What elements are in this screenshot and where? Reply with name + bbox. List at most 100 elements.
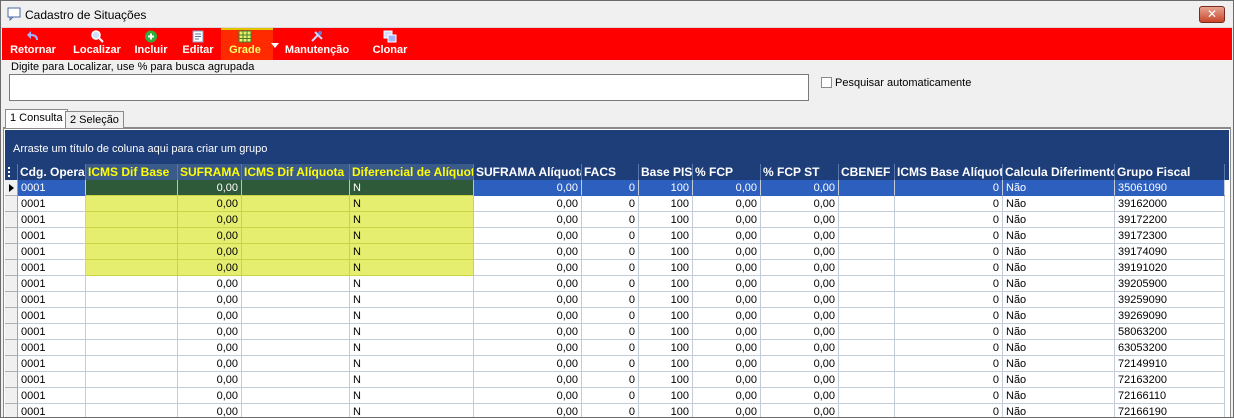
row-indicator[interactable] — [5, 340, 18, 356]
table-cell[interactable]: 100 — [639, 404, 693, 417]
table-cell[interactable]: 0 — [895, 340, 1003, 356]
table-cell[interactable] — [242, 276, 350, 292]
table-cell[interactable]: 39174090 — [1115, 244, 1225, 260]
table-cell[interactable]: 0 — [582, 404, 639, 417]
table-cell[interactable]: N — [350, 308, 474, 324]
table-cell[interactable]: 100 — [639, 260, 693, 276]
table-cell[interactable] — [839, 324, 895, 340]
table-cell[interactable]: 0 — [895, 324, 1003, 340]
table-cell[interactable] — [242, 356, 350, 372]
table-cell[interactable]: 0,00 — [178, 244, 242, 260]
table-cell[interactable] — [86, 244, 178, 260]
table-cell[interactable]: 0,00 — [693, 388, 761, 404]
column-header[interactable]: Base PIS — [639, 164, 693, 180]
table-cell[interactable]: 0 — [895, 308, 1003, 324]
table-cell[interactable]: 0001 — [18, 404, 86, 417]
table-cell[interactable] — [242, 372, 350, 388]
column-header[interactable]: SUFRAMA Alíquota — [474, 164, 582, 180]
column-header[interactable]: Calcula Diferimento — [1003, 164, 1115, 180]
table-cell[interactable]: 100 — [639, 180, 693, 196]
table-cell[interactable] — [242, 308, 350, 324]
table-cell[interactable]: 0,00 — [693, 244, 761, 260]
table-cell[interactable]: 0,00 — [474, 244, 582, 260]
table-cell[interactable] — [86, 228, 178, 244]
table-cell[interactable]: 0001 — [18, 244, 86, 260]
table-cell[interactable]: 0,00 — [693, 196, 761, 212]
table-cell[interactable] — [839, 196, 895, 212]
table-cell[interactable]: 0 — [895, 372, 1003, 388]
table-cell[interactable]: N — [350, 260, 474, 276]
table-cell[interactable] — [839, 308, 895, 324]
table-cell[interactable]: Não — [1003, 388, 1115, 404]
table-cell[interactable]: 0,00 — [178, 292, 242, 308]
table-cell[interactable] — [242, 340, 350, 356]
table-cell[interactable]: 0 — [582, 260, 639, 276]
table-cell[interactable]: 0 — [582, 212, 639, 228]
table-cell[interactable]: 100 — [639, 228, 693, 244]
table-cell[interactable]: Não — [1003, 340, 1115, 356]
table-cell[interactable]: 0,00 — [474, 372, 582, 388]
column-header[interactable]: ICMS Dif Alíquota — [242, 164, 350, 180]
row-indicator[interactable] — [5, 228, 18, 244]
table-cell[interactable]: N — [350, 388, 474, 404]
column-header[interactable]: % FCP — [693, 164, 761, 180]
table-row[interactable]: 0001 0,00 N 0,00 0 100 0,00 0,00 0 Não 72149910 — [5, 356, 1229, 372]
column-header[interactable]: FACS — [582, 164, 639, 180]
table-cell[interactable]: N — [350, 228, 474, 244]
table-cell[interactable] — [86, 388, 178, 404]
table-cell[interactable]: 0,00 — [178, 324, 242, 340]
table-cell[interactable]: Não — [1003, 196, 1115, 212]
table-cell[interactable]: Não — [1003, 276, 1115, 292]
column-header[interactable]: ICMS Dif Base — [86, 164, 178, 180]
table-cell[interactable] — [839, 260, 895, 276]
table-cell[interactable]: N — [350, 404, 474, 417]
table-cell[interactable]: 0001 — [18, 260, 86, 276]
table-cell[interactable]: 0 — [895, 260, 1003, 276]
retornar-button[interactable]: Retornar — [8, 30, 58, 58]
row-indicator[interactable] — [5, 372, 18, 388]
table-cell[interactable]: 0,00 — [761, 212, 839, 228]
table-cell[interactable]: 0,00 — [474, 324, 582, 340]
table-cell[interactable]: Não — [1003, 372, 1115, 388]
table-cell[interactable]: 72166190 — [1115, 404, 1225, 417]
table-cell[interactable]: 0,00 — [178, 212, 242, 228]
table-cell[interactable]: 0001 — [18, 372, 86, 388]
table-cell[interactable] — [839, 356, 895, 372]
table-cell[interactable]: 0,00 — [693, 356, 761, 372]
table-cell[interactable] — [86, 180, 178, 196]
table-cell[interactable]: 0 — [895, 388, 1003, 404]
table-cell[interactable] — [242, 244, 350, 260]
table-cell[interactable]: 0 — [582, 308, 639, 324]
table-cell[interactable]: 0,00 — [178, 196, 242, 212]
table-cell[interactable] — [839, 228, 895, 244]
row-indicator[interactable] — [5, 308, 18, 324]
column-header[interactable]: ICMS Base Alíquota — [895, 164, 1003, 180]
table-row[interactable]: 0001 0,00 N 0,00 0 100 0,00 0,00 0 Não 39172200 — [5, 212, 1229, 228]
table-cell[interactable]: 0,00 — [761, 180, 839, 196]
table-cell[interactable]: 0 — [582, 388, 639, 404]
table-cell[interactable]: 0,00 — [693, 212, 761, 228]
table-cell[interactable] — [86, 308, 178, 324]
table-cell[interactable]: 0 — [582, 292, 639, 308]
table-cell[interactable]: 0 — [895, 196, 1003, 212]
table-cell[interactable]: 100 — [639, 292, 693, 308]
table-cell[interactable]: 0,00 — [178, 180, 242, 196]
table-cell[interactable]: Não — [1003, 244, 1115, 260]
table-cell[interactable]: 100 — [639, 196, 693, 212]
table-cell[interactable]: 0,00 — [474, 212, 582, 228]
table-cell[interactable] — [242, 260, 350, 276]
table-cell[interactable]: Não — [1003, 404, 1115, 417]
table-row[interactable]: 0001 0,00 N 0,00 0 100 0,00 0,00 0 Não 72166110 — [5, 388, 1229, 404]
group-by-panel[interactable]: Arraste um título de coluna aqui para cr… — [5, 130, 1229, 164]
table-cell[interactable]: 0,00 — [693, 228, 761, 244]
table-cell[interactable]: 0,00 — [178, 228, 242, 244]
table-row[interactable]: 0001 0,00 N 0,00 0 100 0,00 0,00 0 Não 63053200 — [5, 340, 1229, 356]
table-cell[interactable]: 0001 — [18, 292, 86, 308]
row-indicator[interactable] — [5, 388, 18, 404]
column-chooser-icon[interactable] — [5, 164, 18, 180]
table-cell[interactable]: 0,00 — [693, 260, 761, 276]
table-cell[interactable]: Não — [1003, 228, 1115, 244]
table-cell[interactable]: 39191020 — [1115, 260, 1225, 276]
table-cell[interactable]: 100 — [639, 356, 693, 372]
table-cell[interactable]: 39205900 — [1115, 276, 1225, 292]
